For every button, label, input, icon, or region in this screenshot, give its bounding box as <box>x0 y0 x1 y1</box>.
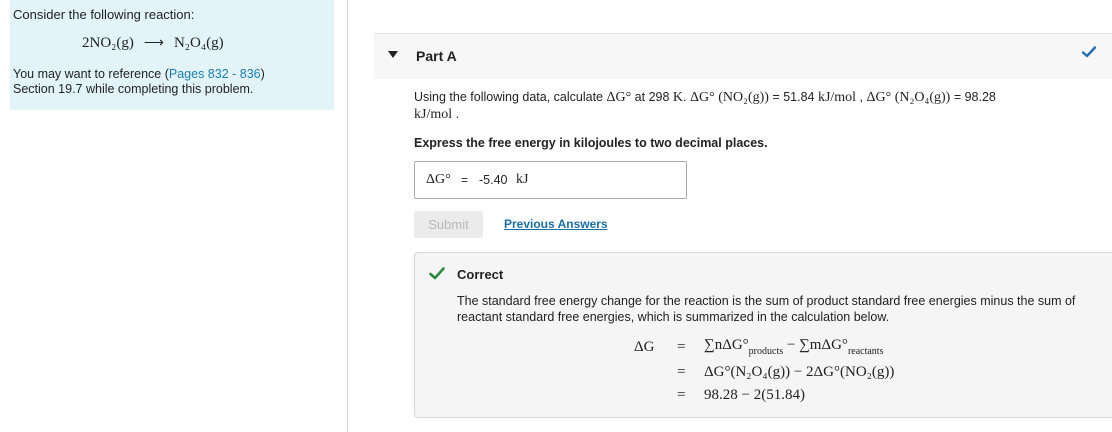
calc-reactants-subscript: reactants <box>847 346 884 357</box>
question-part-3: . <box>683 90 690 104</box>
given-separator: , <box>856 90 867 104</box>
part-title: Part A <box>416 48 457 64</box>
reaction-product: N₂O₄(g) <box>173 35 224 51</box>
reference-prefix: You may want to reference ( <box>13 67 169 81</box>
calc-row-3: 98.28 − 2(51.84) <box>704 387 805 403</box>
calc-sum-products: ∑nΔG° <box>704 337 749 353</box>
feedback-explanation: The standard free energy change for the … <box>457 294 1076 324</box>
calc-equals-1: = <box>677 339 686 355</box>
kelvin-unit: K <box>672 90 684 105</box>
pages-reference-link[interactable]: Pages 832 - 836 <box>169 67 261 81</box>
question-part-1: Using the following data, calculate <box>414 90 607 104</box>
checkmark-icon <box>1081 46 1097 61</box>
question-end: . <box>452 107 460 121</box>
correct-check-icon <box>429 267 445 283</box>
submit-button[interactable]: Submit <box>414 211 483 238</box>
previous-answers-link[interactable]: Previous Answers <box>504 217 608 231</box>
answer-label: ΔG° <box>426 172 451 187</box>
reference-suffix: ) <box>260 67 265 81</box>
given-no2-value: = 51.84 <box>768 90 818 104</box>
calc-lhs: ΔG <box>634 339 655 355</box>
given-no2-unit: kJ/mol <box>817 90 857 105</box>
question-text: Using the following data, calculate ΔG° … <box>414 89 1064 123</box>
calc-products-subscript: products <box>748 346 784 357</box>
calc-equals-2: = <box>677 364 686 380</box>
given-no2-label: ΔG° (NO₂(g)) <box>689 90 769 105</box>
instruction-text: Express the free energy in kilojoules to… <box>414 136 768 150</box>
reference-section: Section 19.7 while completing this probl… <box>13 82 254 96</box>
given-n2o4-unit: kJ/mol <box>414 107 453 122</box>
calc-sum-reactants: − ∑mΔG° <box>783 337 848 353</box>
answer-unit: kJ <box>516 172 529 187</box>
feedback-panel: Correct The standard free energy change … <box>414 252 1112 418</box>
reference-text: You may want to reference (Pages 832 - 8… <box>13 67 265 97</box>
answer-equals: = <box>461 173 469 187</box>
calc-row-2: ΔG°(N₂O₄(g)) − 2ΔG°(NO₂(g)) <box>704 364 895 380</box>
answer-input-box[interactable]: ΔG° = -5.40 kJ <box>414 161 687 199</box>
question-part-2: at 298 <box>631 90 673 104</box>
given-n2o4-label: ΔG° (N₂O₄(g)) <box>866 90 951 105</box>
given-n2o4-value: = 98.28 <box>950 90 996 104</box>
reaction-arrow: ⟶ <box>143 36 164 51</box>
column-divider <box>347 0 348 432</box>
reaction-equation: 2NO₂(g) ⟶ N₂O₄(g) <box>82 35 224 52</box>
feedback-title: Correct <box>457 267 504 282</box>
answer-value[interactable]: -5.40 <box>479 173 508 187</box>
calc-equals-3: = <box>677 387 686 403</box>
delta-g-symbol: ΔG° <box>606 90 632 105</box>
calc-row-1: ∑nΔG°products − ∑mΔG°reactants <box>704 337 884 357</box>
intro-text: Consider the following reaction: <box>13 7 195 22</box>
part-a-header[interactable]: Part A <box>374 33 1112 79</box>
caret-down-icon[interactable] <box>388 51 398 58</box>
reaction-reactant: 2NO₂(g) <box>82 35 134 51</box>
